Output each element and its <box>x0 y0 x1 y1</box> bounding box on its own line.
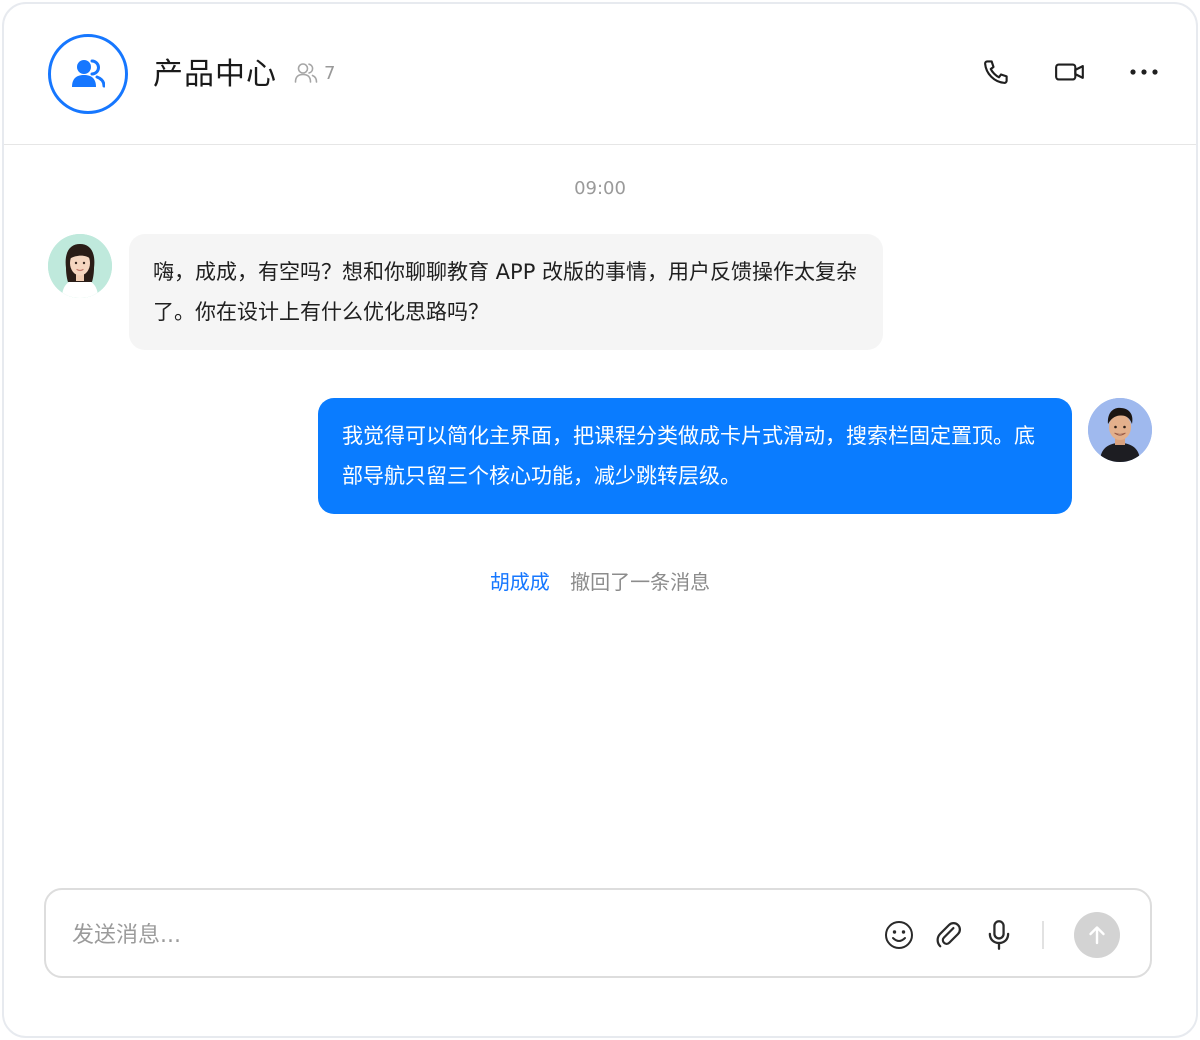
message-timestamp: 09:00 <box>574 178 626 199</box>
video-call-button[interactable] <box>1054 56 1086 88</box>
female-avatar-icon <box>48 234 112 298</box>
male-avatar-icon <box>1088 398 1152 462</box>
smiley-icon <box>885 921 913 949</box>
chat-window: 产品中心 7 09:00 嗨，成成，有空吗？想和你聊聊教育 APP 改版的事情，… <box>2 2 1198 1038</box>
group-users-icon <box>72 59 105 88</box>
recall-text: 撤回了一条消息 <box>570 570 711 594</box>
message-composer <box>44 888 1152 978</box>
voice-call-button[interactable] <box>980 56 1012 88</box>
sender-avatar[interactable] <box>48 234 112 298</box>
recall-notice: 胡成成 撤回了一条消息 <box>4 566 1196 595</box>
member-count-value: 7 <box>324 62 336 84</box>
member-count: 7 <box>294 62 335 84</box>
arrow-up-icon <box>1089 926 1105 945</box>
voice-input-button[interactable] <box>982 918 1016 952</box>
group-avatar[interactable] <box>48 34 128 114</box>
chat-header: 产品中心 7 <box>4 4 1196 145</box>
microphone-icon <box>988 920 1010 950</box>
message-input[interactable] <box>70 912 834 958</box>
self-avatar[interactable] <box>1088 398 1152 462</box>
header-actions <box>980 56 1160 88</box>
group-title: 产品中心 <box>153 57 277 92</box>
more-dots-icon <box>1130 69 1158 75</box>
video-camera-icon <box>1055 63 1084 81</box>
paperclip-icon <box>936 922 961 948</box>
attachment-button[interactable] <box>932 918 966 952</box>
composer-tools <box>866 912 1120 958</box>
incoming-message-bubble[interactable]: 嗨，成成，有空吗？想和你聊聊教育 APP 改版的事情，用户反馈操作太复杂了。你在… <box>129 234 883 350</box>
phone-icon <box>984 60 1008 84</box>
send-button[interactable] <box>1074 912 1120 958</box>
emoji-button[interactable] <box>882 918 916 952</box>
more-options-button[interactable] <box>1128 56 1160 88</box>
composer-divider <box>1042 921 1044 949</box>
members-icon <box>294 63 318 83</box>
recall-user-name[interactable]: 胡成成 <box>490 570 550 594</box>
outgoing-message-bubble[interactable]: 我觉得可以简化主界面，把课程分类做成卡片式滑动，搜索栏固定置顶。底部导航只留三个… <box>318 398 1072 514</box>
